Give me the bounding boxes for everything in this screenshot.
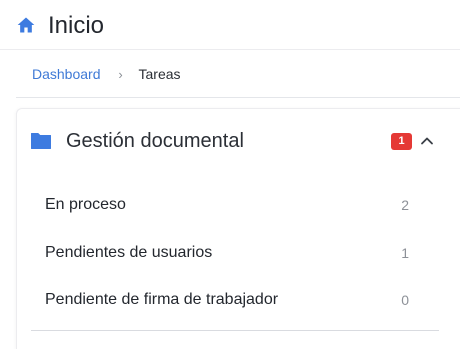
document-management-panel: Gestión documental 1 En proceso 2 Pendie…	[16, 108, 460, 349]
folder-icon	[31, 133, 51, 149]
chevron-up-icon[interactable]	[419, 133, 435, 149]
list-item-label: Pendiente de firma de trabajador	[45, 291, 279, 308]
list-item-label: En proceso	[45, 196, 126, 213]
breadcrumb: Dashboard › Tareas	[32, 64, 181, 84]
pending-count-badge: 1	[391, 133, 412, 150]
panel-header-toggle[interactable]: Gestión documental 1	[17, 121, 460, 161]
list-item-en-proceso[interactable]: En proceso 2	[17, 185, 445, 225]
list-item-count: 2	[401, 197, 409, 213]
breadcrumb-dashboard-link[interactable]: Dashboard	[32, 66, 101, 82]
home-icon[interactable]	[16, 15, 36, 35]
panel-title: Gestión documental	[66, 130, 244, 152]
list-item-count: 1	[401, 245, 409, 261]
app-header: Inicio	[0, 0, 460, 50]
list-item-pendientes-usuarios[interactable]: Pendientes de usuarios 1	[17, 233, 445, 273]
panel-divider	[31, 330, 439, 331]
breadcrumb-divider	[16, 97, 460, 98]
list-item-label: Pendientes de usuarios	[45, 244, 213, 261]
list-item-pendiente-firma-trabajador[interactable]: Pendiente de firma de trabajador 0	[17, 280, 445, 320]
page-title: Inicio	[48, 12, 105, 39]
breadcrumb-separator: ›	[118, 66, 123, 82]
breadcrumb-current: Tareas	[138, 66, 181, 82]
list-item-count: 0	[401, 292, 409, 308]
